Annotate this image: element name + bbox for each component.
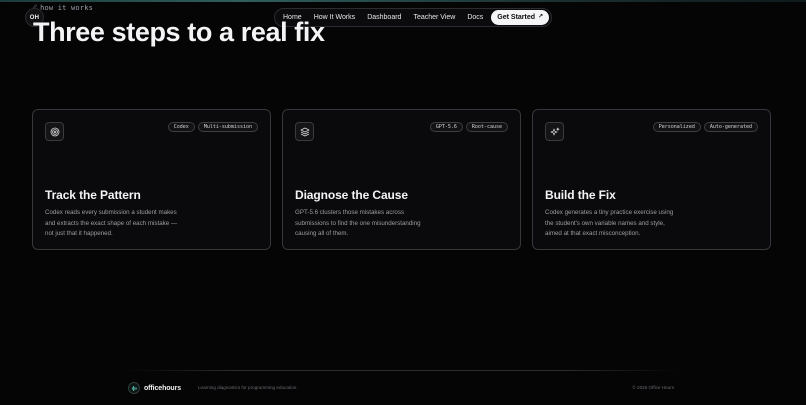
- tag: Root-cause: [465, 122, 508, 132]
- footer-tagline: Learning diagnostics for programming edu…: [198, 385, 298, 390]
- nav-link-docs[interactable]: Docs: [461, 10, 489, 25]
- eyebrow-text: how it works: [40, 3, 94, 12]
- sparkles-icon: [545, 122, 564, 141]
- card-tags: Codex Multi-submission: [167, 122, 258, 132]
- target-icon: [45, 122, 64, 141]
- arrow-up-right-icon: ↗: [538, 14, 544, 20]
- footer-copyright: © 2026 Office Hours: [632, 385, 674, 390]
- get-started-label: Get Started: [497, 14, 536, 21]
- nav-link-dashboard[interactable]: Dashboard: [361, 10, 407, 25]
- layers-icon: [295, 122, 314, 141]
- tag: Multi-submission: [197, 122, 258, 132]
- card-tags: Personalized Auto-generated: [652, 122, 758, 132]
- waveform-logo-icon: [128, 382, 140, 394]
- footer-brand-name: officehours: [144, 384, 182, 392]
- tag: Codex: [167, 122, 195, 132]
- page-title: Three steps to a real fix: [33, 17, 325, 47]
- card-title: Build the Fix: [545, 188, 616, 202]
- card-title: Track the Pattern: [45, 188, 141, 202]
- tag: Auto-generated: [703, 122, 758, 132]
- tag: Personalized: [652, 122, 701, 132]
- step-card-track: Codex Multi-submission Track the Pattern…: [32, 109, 271, 250]
- card-description: Codex reads every submission a student m…: [45, 209, 178, 237]
- step-card-diagnose: GPT-5.6 Root-cause Diagnose the Cause GP…: [282, 109, 521, 250]
- card-title: Diagnose the Cause: [295, 188, 408, 202]
- footer-brand[interactable]: officehours: [128, 382, 181, 394]
- get-started-button[interactable]: Get Started ↗: [491, 10, 550, 25]
- step-card-build: Personalized Auto-generated Build the Fi…: [532, 109, 771, 250]
- card-description: Codex generates a tiny practice exercise…: [545, 209, 674, 237]
- nav-link-teacher-view[interactable]: Teacher View: [407, 10, 461, 25]
- footer-divider: [126, 370, 678, 371]
- top-accent-line: [0, 0, 806, 2]
- section-eyebrow: ⁄⁄ how it works: [33, 3, 93, 12]
- card-description: GPT-5.6 clusters those mistakes across s…: [295, 209, 421, 237]
- steps-cards: Codex Multi-submission Track the Pattern…: [32, 109, 771, 250]
- tag: GPT-5.6: [429, 122, 463, 132]
- card-tags: GPT-5.6 Root-cause: [429, 122, 508, 132]
